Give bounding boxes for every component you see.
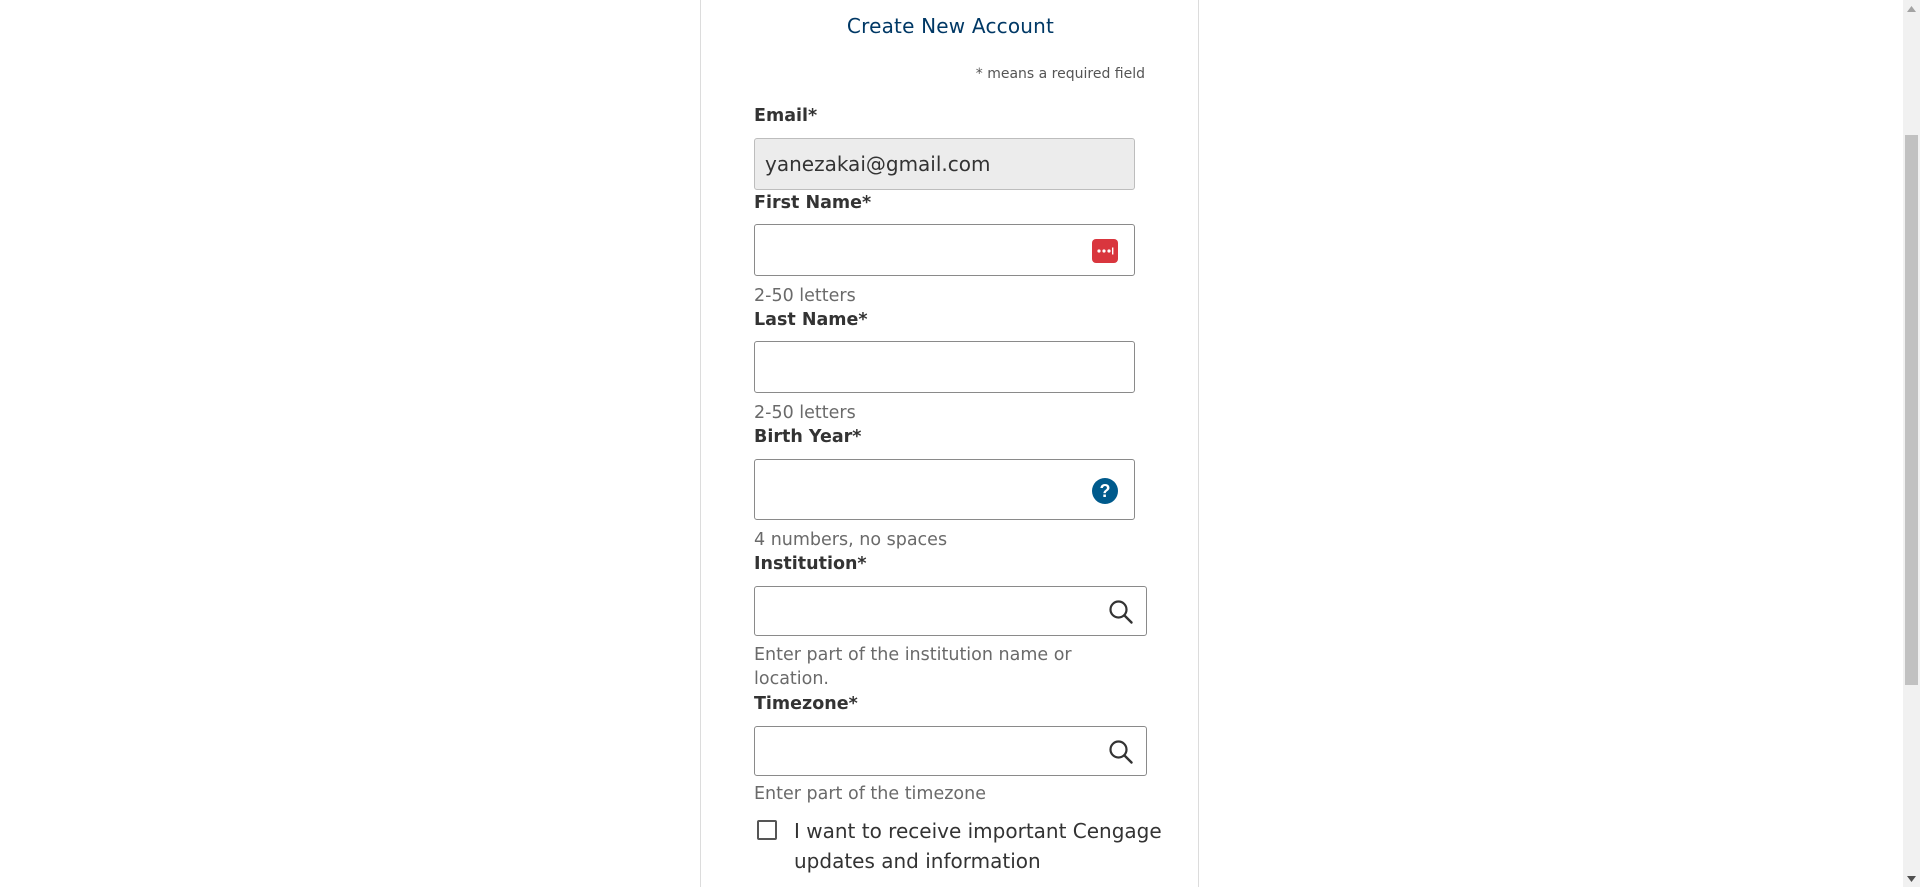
first-name-hint: 2-50 letters xyxy=(754,286,856,306)
birth-year-hint: 4 numbers, no spaces xyxy=(754,530,948,550)
timezone-label: Timezone* xyxy=(754,694,858,714)
scroll-up-arrow-icon[interactable] xyxy=(1903,0,1920,17)
required-field-note: * means a required field xyxy=(975,66,1145,82)
birth-year-label: Birth Year* xyxy=(754,427,862,447)
vertical-scrollbar[interactable] xyxy=(1903,0,1920,887)
birth-year-field[interactable]: ? xyxy=(754,459,1135,520)
page: Create New Account * means a required fi… xyxy=(0,0,1920,887)
last-name-field[interactable] xyxy=(754,341,1135,393)
last-name-hint: 2-50 letters xyxy=(754,403,856,423)
password-manager-icon[interactable] xyxy=(1092,239,1118,263)
updates-checkbox[interactable] xyxy=(757,820,777,840)
institution-search-input[interactable] xyxy=(754,586,1147,636)
scrollbar-thumb[interactable] xyxy=(1905,135,1918,685)
scroll-down-arrow-icon[interactable] xyxy=(1903,870,1920,887)
email-label: Email* xyxy=(754,106,818,126)
timezone-hint: Enter part of the timezone xyxy=(754,784,986,804)
help-icon[interactable]: ? xyxy=(1092,478,1118,504)
email-field: yanezakai@gmail.com xyxy=(754,138,1135,190)
search-icon[interactable] xyxy=(1108,599,1134,625)
updates-checkbox-label[interactable]: I want to receive important Cengage upda… xyxy=(794,816,1174,876)
first-name-label: First Name* xyxy=(754,193,872,213)
institution-label: Institution* xyxy=(754,554,867,574)
create-account-form: Create New Account * means a required fi… xyxy=(700,0,1199,887)
last-name-label: Last Name* xyxy=(754,310,868,330)
timezone-search-input[interactable] xyxy=(754,726,1147,776)
form-title: Create New Account xyxy=(846,14,1055,38)
first-name-field[interactable] xyxy=(754,224,1135,276)
search-icon[interactable] xyxy=(1108,739,1134,765)
institution-hint: Enter part of the institution name or lo… xyxy=(754,645,1072,689)
email-value: yanezakai@gmail.com xyxy=(765,152,991,176)
